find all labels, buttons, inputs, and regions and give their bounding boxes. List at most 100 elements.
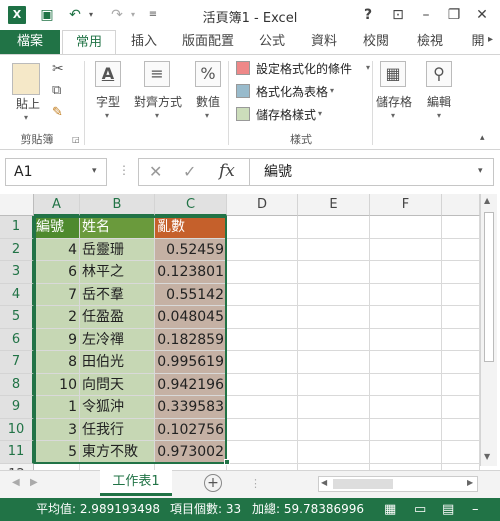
table-cell[interactable]: 左冷禪 bbox=[80, 328, 155, 351]
column-header[interactable]: F bbox=[370, 194, 442, 216]
table-cell[interactable]: 任我行 bbox=[80, 418, 155, 441]
insert-function-icon[interactable]: fx bbox=[219, 161, 235, 181]
table-cell[interactable]: 岳不羣 bbox=[80, 283, 155, 306]
table-cell[interactable]: 0.973002 bbox=[155, 441, 227, 464]
editing-button[interactable]: 編輯 bbox=[420, 93, 458, 110]
empty-cell[interactable] bbox=[442, 328, 480, 351]
table-cell[interactable]: 0.995619 bbox=[155, 351, 227, 374]
empty-cell[interactable] bbox=[370, 306, 442, 329]
enter-icon[interactable]: ✓ bbox=[183, 162, 196, 181]
empty-cell[interactable] bbox=[227, 441, 298, 464]
row-header[interactable]: 6 bbox=[0, 328, 34, 351]
tab-review[interactable]: 校閱 bbox=[356, 30, 396, 54]
horizontal-scroll-thumb[interactable] bbox=[333, 479, 393, 489]
table-cell[interactable]: 田伯光 bbox=[80, 351, 155, 374]
tab-developer[interactable]: 開 bbox=[466, 30, 490, 54]
column-header[interactable]: C bbox=[155, 194, 227, 216]
fill-handle[interactable] bbox=[224, 459, 230, 465]
sheet-prev-icon[interactable]: ◀ bbox=[12, 477, 20, 488]
paste-button[interactable]: 貼上 bbox=[8, 95, 48, 112]
empty-cell[interactable] bbox=[227, 238, 298, 261]
tab-scroll-icon[interactable]: ▸ bbox=[488, 34, 493, 45]
empty-cell[interactable] bbox=[298, 216, 370, 239]
ribbon-display-icon[interactable]: ⊡ bbox=[386, 5, 410, 25]
empty-cell[interactable] bbox=[370, 238, 442, 261]
copy-icon[interactable]: ⧉ bbox=[52, 83, 61, 98]
sheet-next-icon[interactable]: ▶ bbox=[30, 477, 38, 488]
tab-view[interactable]: 檢視 bbox=[410, 30, 450, 54]
table-cell[interactable]: 3 bbox=[34, 418, 80, 441]
minimize-icon[interactable]: – bbox=[414, 5, 438, 25]
empty-cell[interactable] bbox=[227, 328, 298, 351]
empty-cell[interactable] bbox=[298, 351, 370, 374]
empty-cell[interactable] bbox=[227, 283, 298, 306]
header-cell[interactable]: 編號 bbox=[34, 216, 80, 239]
empty-cell[interactable] bbox=[298, 418, 370, 441]
table-cell[interactable]: 向問天 bbox=[80, 373, 155, 396]
conditional-formatting-button[interactable]: 設定格式化的條件 bbox=[256, 60, 352, 77]
format-painter-icon[interactable]: ✎ bbox=[52, 105, 63, 120]
empty-cell[interactable] bbox=[298, 396, 370, 419]
cell-styles-button[interactable]: 儲存格樣式 bbox=[256, 106, 316, 123]
empty-cell[interactable] bbox=[227, 418, 298, 441]
table-cell[interactable]: 0.55142 bbox=[155, 283, 227, 306]
empty-cell[interactable] bbox=[370, 261, 442, 284]
column-header-partial[interactable] bbox=[442, 194, 480, 216]
row-header[interactable]: 9 bbox=[0, 396, 34, 419]
column-header[interactable]: D bbox=[227, 194, 298, 216]
font-dropdown-icon[interactable]: ▾ bbox=[105, 111, 109, 120]
empty-cell[interactable] bbox=[370, 216, 442, 239]
table-cell[interactable]: 10 bbox=[34, 373, 80, 396]
clipboard-launcher-icon[interactable]: ◲ bbox=[72, 135, 80, 144]
empty-cell[interactable] bbox=[442, 396, 480, 419]
empty-cell[interactable] bbox=[442, 283, 480, 306]
alignment-dropdown-icon[interactable]: ▾ bbox=[155, 111, 159, 120]
empty-cell[interactable] bbox=[442, 418, 480, 441]
page-break-view-icon[interactable]: ▤ bbox=[442, 498, 454, 521]
header-cell[interactable]: 亂數 bbox=[155, 216, 227, 239]
normal-view-icon[interactable]: ▦ bbox=[384, 498, 396, 521]
table-cell[interactable]: 2 bbox=[34, 306, 80, 329]
row-header[interactable]: 3 bbox=[0, 261, 34, 284]
table-cell[interactable]: 0.123801 bbox=[155, 261, 227, 284]
empty-cell[interactable] bbox=[370, 328, 442, 351]
empty-cell[interactable] bbox=[370, 283, 442, 306]
empty-cell[interactable] bbox=[298, 238, 370, 261]
empty-cell[interactable] bbox=[298, 261, 370, 284]
table-cell[interactable]: 0.182859 bbox=[155, 328, 227, 351]
table-cell[interactable]: 4 bbox=[34, 238, 80, 261]
empty-cell[interactable] bbox=[298, 441, 370, 464]
row-header[interactable]: 2 bbox=[0, 238, 34, 261]
empty-cell[interactable] bbox=[227, 306, 298, 329]
zoom-out-icon[interactable]: – bbox=[472, 498, 479, 521]
empty-cell[interactable] bbox=[370, 441, 442, 464]
table-cell[interactable]: 1 bbox=[34, 396, 80, 419]
scroll-down-icon[interactable]: ▼ bbox=[484, 452, 490, 461]
cells-dropdown-icon[interactable]: ▾ bbox=[391, 111, 395, 120]
percent-icon[interactable]: % bbox=[195, 61, 221, 87]
number-dropdown-icon[interactable]: ▾ bbox=[205, 111, 209, 120]
table-cell[interactable]: 9 bbox=[34, 328, 80, 351]
empty-cell[interactable] bbox=[298, 373, 370, 396]
expand-formula-icon[interactable]: ▾ bbox=[478, 166, 483, 176]
scroll-up-icon[interactable]: ▲ bbox=[484, 196, 490, 205]
select-all-button[interactable] bbox=[0, 194, 34, 216]
alignment-icon[interactable]: ≡ bbox=[144, 61, 170, 87]
help-button[interactable]: ? bbox=[356, 5, 380, 25]
table-cell[interactable]: 0.942196 bbox=[155, 373, 227, 396]
cells-button[interactable]: 儲存格 bbox=[372, 93, 416, 110]
horizontal-scrollbar[interactable]: ◀ ▶ bbox=[318, 476, 478, 492]
row-header[interactable]: 8 bbox=[0, 373, 34, 396]
empty-cell[interactable] bbox=[370, 373, 442, 396]
table-cell[interactable]: 6 bbox=[34, 261, 80, 284]
table-cell[interactable]: 任盈盈 bbox=[80, 306, 155, 329]
tab-page-layout[interactable]: 版面配置 bbox=[176, 30, 240, 54]
empty-cell[interactable] bbox=[442, 351, 480, 374]
table-cell[interactable]: 東方不敗 bbox=[80, 441, 155, 464]
binoculars-icon[interactable]: ⚲ bbox=[426, 61, 452, 87]
row-header[interactable]: 4 bbox=[0, 283, 34, 306]
scroll-left-icon[interactable]: ◀ bbox=[321, 478, 327, 487]
tab-file[interactable]: 檔案 bbox=[0, 30, 60, 54]
number-button[interactable]: 數值 bbox=[188, 93, 228, 110]
cut-icon[interactable]: ✂ bbox=[52, 61, 64, 77]
